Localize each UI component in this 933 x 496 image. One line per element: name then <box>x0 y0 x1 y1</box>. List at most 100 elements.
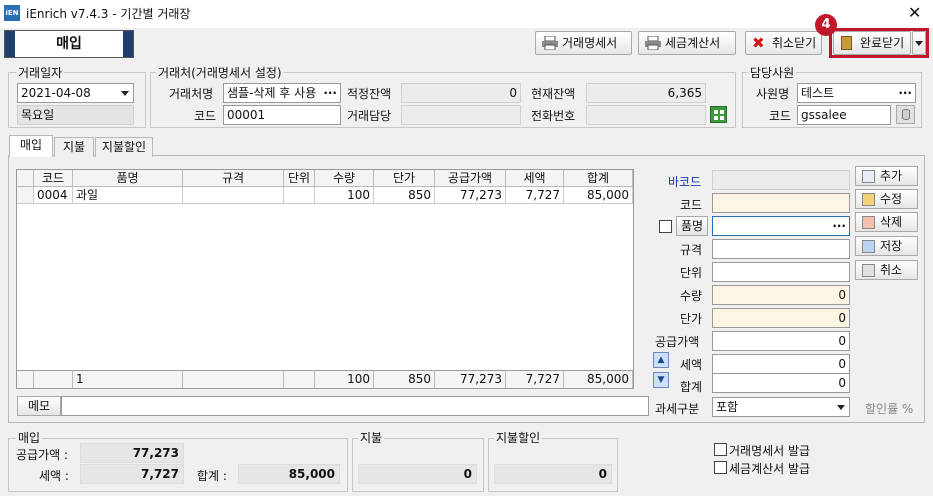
grid-corner <box>17 170 34 187</box>
grid-app-icon[interactable] <box>710 106 727 123</box>
detail-total-value: 0 <box>838 376 846 390</box>
detail-total-field[interactable]: 0 <box>712 373 850 393</box>
cell-total[interactable]: 85,000 <box>564 187 633 204</box>
delete-button[interactable]: 삭제 <box>855 212 918 232</box>
col-header-supply[interactable]: 공급가액 <box>435 170 506 187</box>
detail-qty-field[interactable]: 0 <box>712 285 850 305</box>
footer-unit <box>284 370 315 388</box>
col-header-unit[interactable]: 단위 <box>284 170 315 187</box>
cancel-button[interactable]: 취소 <box>855 260 918 280</box>
tab-payment-discount-label: 지불할인 <box>101 140 147 154</box>
cell-price[interactable]: 850 <box>374 187 435 204</box>
cancel-icon <box>862 264 875 277</box>
cell-spec[interactable] <box>183 187 284 204</box>
print-statement-button[interactable]: 거래명세서 <box>535 31 632 55</box>
tab-payment[interactable]: 지불 <box>54 137 94 157</box>
detail-tax-field[interactable]: 0 <box>712 354 850 374</box>
partner-manager-field <box>401 105 521 125</box>
complete-close-dropdown[interactable] <box>912 31 926 55</box>
footer-spec <box>183 370 284 388</box>
item-checkbox[interactable] <box>659 220 672 233</box>
footer-supply: 77,273 <box>435 370 506 388</box>
cell-unit[interactable] <box>284 187 315 204</box>
staff-name-value: 테스트 <box>801 86 835 100</box>
staff-name-field[interactable]: 테스트 ··· <box>797 83 916 103</box>
partner-code-field[interactable]: 00001 <box>223 105 341 125</box>
issue-tax-invoice-checkbox[interactable] <box>714 461 727 474</box>
detail-supply-label: 공급가액 <box>655 335 700 349</box>
memo-field[interactable] <box>61 396 649 416</box>
delete-label: 삭제 <box>880 215 903 229</box>
footer-total: 85,000 <box>564 370 633 388</box>
detail-supply-field[interactable]: 0 <box>712 331 850 351</box>
detail-code-field[interactable] <box>712 193 850 213</box>
summary-supply-label: 공급가액 : <box>16 448 69 462</box>
summary-tax-label: 세액 : <box>39 469 69 483</box>
items-grid[interactable]: 코드 품명 규격 단위 수량 단가 공급가액 세액 합계 0004 과일 100… <box>16 169 634 389</box>
tab-purchase[interactable]: 매입 <box>9 135 53 157</box>
detail-price-field[interactable]: 0 <box>712 308 850 328</box>
trade-date-select[interactable]: 2021-04-08 <box>17 83 134 103</box>
staff-section-label: 담당사원 <box>748 64 797 81</box>
printer-icon <box>542 36 558 50</box>
print-tax-invoice-button[interactable]: 세금계산서 <box>638 31 736 55</box>
cell-tax[interactable]: 7,727 <box>506 187 564 204</box>
more-icon[interactable]: ··· <box>323 84 337 102</box>
cancel-close-label: 취소닫기 <box>772 36 817 50</box>
staff-code-value: gssalee <box>801 108 847 122</box>
more-icon[interactable]: ··· <box>898 84 912 102</box>
door-icon <box>841 36 852 50</box>
complete-close-button[interactable]: 완료닫기 <box>833 31 911 55</box>
move-up-icon[interactable]: ▲ <box>653 352 669 368</box>
partner-manager-label: 거래담당 <box>347 109 392 123</box>
db-icon[interactable] <box>896 105 915 124</box>
col-header-spec[interactable]: 규격 <box>183 170 284 187</box>
cancel-x-icon: ✖ <box>752 34 765 52</box>
col-header-qty[interactable]: 수량 <box>315 170 374 187</box>
partner-name-field[interactable]: 샘플-삭제 후 사용 ··· <box>223 83 341 103</box>
memo-button[interactable]: 메모 <box>17 396 61 416</box>
detail-spec-field[interactable] <box>712 239 850 259</box>
complete-close-highlight: 완료닫기 <box>829 28 929 58</box>
staff-name-label: 사원명 <box>756 87 790 101</box>
summary-total-value: 85,000 <box>238 464 340 484</box>
tab-payment-discount[interactable]: 지불할인 <box>95 137 153 157</box>
staff-code-field[interactable]: gssalee <box>797 105 891 125</box>
cell-code[interactable]: 0004 <box>34 187 73 204</box>
col-header-code[interactable]: 코드 <box>34 170 73 187</box>
detail-supply-value: 0 <box>838 334 846 348</box>
detail-qty-value: 0 <box>838 288 846 302</box>
edit-button[interactable]: 수정 <box>855 189 918 209</box>
detail-unit-field[interactable] <box>712 262 850 282</box>
cell-supply[interactable]: 77,273 <box>435 187 506 204</box>
col-header-total[interactable]: 합계 <box>564 170 633 187</box>
item-name-button[interactable]: 품명 <box>676 216 708 236</box>
step-badge: 4 <box>815 14 837 36</box>
barcode-label: 바코드 <box>668 175 702 189</box>
panel-title: 매입 <box>4 30 134 58</box>
purchase-summary-label: 매입 <box>16 429 43 446</box>
save-button[interactable]: 저장 <box>855 236 918 256</box>
cell-item[interactable]: 과일 <box>73 187 183 204</box>
memo-label: 메모 <box>27 399 51 413</box>
add-icon <box>862 170 875 183</box>
move-down-icon[interactable]: ▼ <box>653 372 669 388</box>
chevron-down-icon <box>837 405 845 410</box>
close-window-button[interactable]: ✕ <box>908 3 921 22</box>
issue-statement-checkbox[interactable] <box>714 443 727 456</box>
cell-qty[interactable]: 100 <box>315 187 374 204</box>
col-header-price[interactable]: 단가 <box>374 170 435 187</box>
pay-discount-summary-value: 0 <box>494 464 612 484</box>
trade-date-value: 2021-04-08 <box>21 86 91 100</box>
add-button[interactable]: 추가 <box>855 166 918 186</box>
partner-code-value: 00001 <box>227 108 266 122</box>
col-header-item[interactable]: 품명 <box>73 170 183 187</box>
more-icon[interactable]: ··· <box>832 217 846 235</box>
barcode-field <box>712 170 850 190</box>
col-header-tax[interactable]: 세액 <box>506 170 564 187</box>
chevron-down-icon <box>121 91 129 96</box>
tax-type-select[interactable]: 포함 <box>712 397 850 417</box>
cancel-close-button[interactable]: ✖ 취소닫기 <box>745 31 822 55</box>
item-name-field[interactable]: ··· <box>712 216 850 236</box>
printer-icon <box>645 36 661 50</box>
